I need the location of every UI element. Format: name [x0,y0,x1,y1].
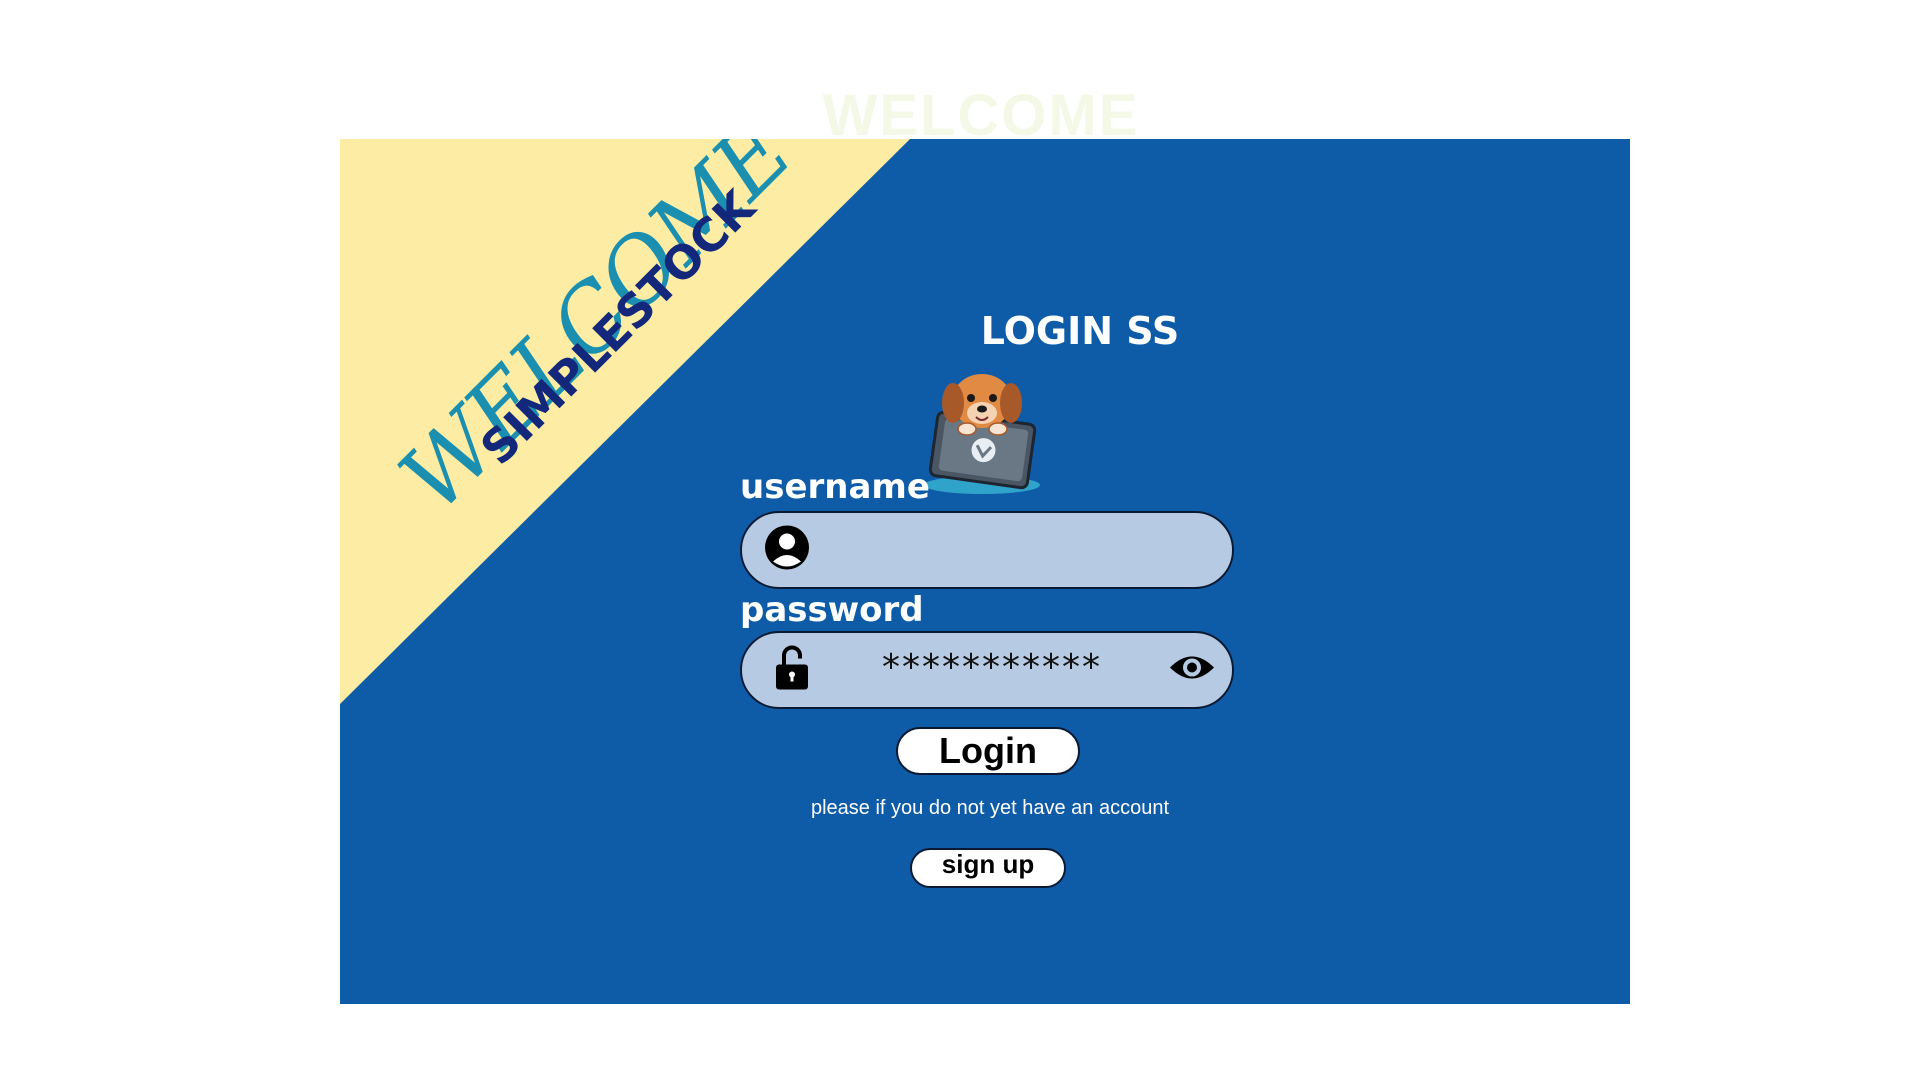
login-card: WELCOME SIMPLESTOCK LOGIN SS username pa… [340,139,1630,1004]
signup-button[interactable]: sign up [910,848,1066,888]
password-input[interactable]: *********** [862,647,1122,688]
username-label: username [740,467,930,507]
signup-hint-text: please if you do not yet have an account [810,797,1170,819]
password-label: password [740,590,924,630]
eye-icon[interactable] [1169,652,1215,689]
login-page: WELCOME WELCOME SIMPLESTOCK LOGIN SS use… [0,0,1920,1080]
login-button[interactable]: Login [896,727,1080,775]
username-field[interactable] [740,511,1234,589]
puppy-laptop-icon [920,367,1055,497]
user-circle-icon [764,525,810,576]
login-heading: LOGIN SS [980,309,1180,353]
password-field[interactable]: *********** [740,631,1234,709]
unlock-icon [774,645,810,696]
